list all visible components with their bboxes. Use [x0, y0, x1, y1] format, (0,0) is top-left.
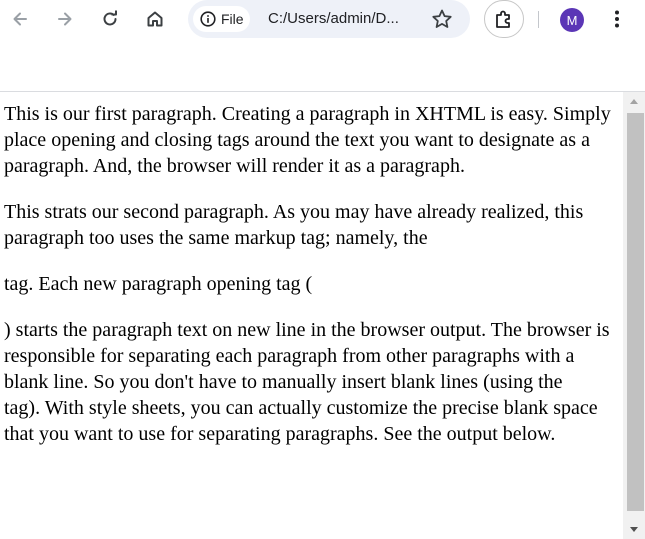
- url-text[interactable]: C:/Users/admin/D...: [268, 10, 399, 27]
- scroll-up-arrow[interactable]: [623, 92, 645, 110]
- bookmark-star-icon[interactable]: [431, 8, 453, 30]
- site-info-chip[interactable]: File: [193, 6, 250, 32]
- browser-toolbar: File C:/Users/admin/D... M: [0, 0, 645, 38]
- paragraph-5: tag). With style sheets, you can actuall…: [4, 397, 598, 445]
- info-icon: [200, 11, 216, 27]
- paragraph-1: This is our first paragraph. Creating a …: [4, 103, 611, 177]
- address-bar[interactable]: File C:/Users/admin/D...: [188, 0, 470, 38]
- scrollbar-thumb[interactable]: [627, 113, 644, 511]
- site-chip-label: File: [221, 11, 244, 27]
- scroll-down-arrow[interactable]: [623, 521, 645, 539]
- page-content: This is our first paragraph. Creating a …: [0, 92, 623, 539]
- paragraph-3: tag. Each new paragraph opening tag (: [4, 273, 313, 295]
- toolbar-divider: [538, 11, 539, 28]
- home-button[interactable]: [140, 4, 170, 34]
- more-vert-icon: [615, 10, 619, 28]
- caret-down-icon: [630, 527, 638, 532]
- reload-button[interactable]: [95, 4, 125, 34]
- paragraph-2: This strats our second paragraph. As you…: [4, 201, 584, 249]
- caret-up-icon: [630, 99, 638, 104]
- extensions-button[interactable]: [484, 0, 524, 38]
- home-icon: [147, 11, 163, 27]
- back-button[interactable]: [5, 4, 35, 34]
- reload-icon: [103, 10, 117, 26]
- arrow-left-icon: [13, 12, 27, 26]
- arrow-right-icon: [58, 12, 72, 26]
- vertical-scrollbar[interactable]: [623, 92, 645, 539]
- paragraph-4: ) starts the paragraph text on new line …: [4, 319, 610, 393]
- puzzle-icon: [496, 10, 510, 28]
- profile-avatar[interactable]: M: [560, 8, 584, 32]
- forward-button[interactable]: [50, 4, 80, 34]
- browser-menu-button[interactable]: [604, 4, 630, 34]
